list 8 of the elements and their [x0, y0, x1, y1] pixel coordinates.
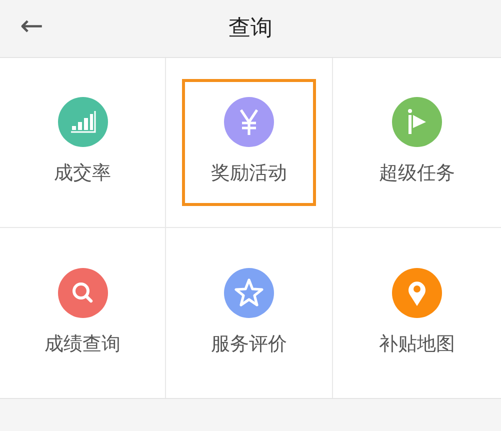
menu-tile[interactable]: 服务评价	[182, 250, 316, 376]
back-button[interactable]: ←	[16, 8, 48, 44]
menu-tile[interactable]: 超级任务	[350, 79, 484, 206]
menu-tile[interactable]: 补贴地图	[350, 250, 484, 376]
menu-tile[interactable]: 成交率	[16, 79, 150, 206]
menu-tile[interactable]: 成绩查询	[16, 250, 150, 376]
menu-tile[interactable]: 奖励活动	[182, 79, 316, 206]
page-title: 查询	[228, 16, 272, 41]
